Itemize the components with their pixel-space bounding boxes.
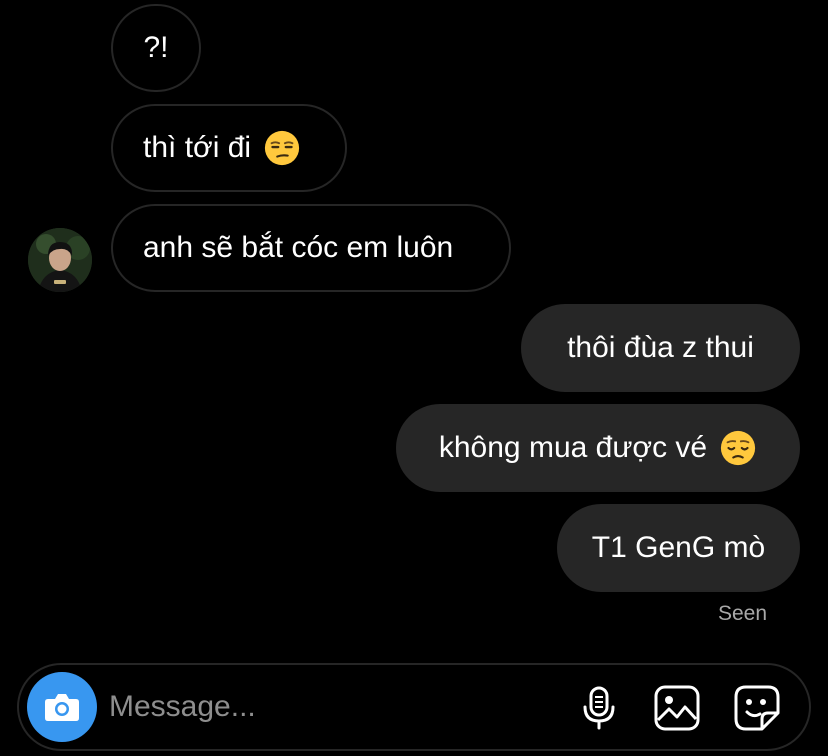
incoming-message[interactable]: anh sẽ bắt cóc em luôn [111, 204, 511, 292]
outgoing-message[interactable]: thôi đùa z thui [521, 304, 800, 392]
message-text: ?! [143, 31, 169, 64]
seen-status: Seen [717, 602, 767, 625]
sticker-icon [734, 685, 780, 731]
pensive-face-emoji-icon [721, 430, 756, 466]
message-text: thôi đùa z thui [567, 331, 754, 364]
gallery-button[interactable] [652, 683, 702, 733]
message-text: anh sẽ bắt cóc em luôn [143, 231, 454, 264]
incoming-message[interactable]: thì tới đi [111, 104, 347, 192]
message-text: không mua được vé [438, 431, 708, 464]
message-composer [17, 663, 811, 751]
message-input[interactable] [109, 685, 539, 729]
message-text: T1 GenG mò [591, 531, 766, 564]
avatar-image [28, 228, 92, 292]
camera-button[interactable] [27, 672, 97, 742]
camera-icon [45, 694, 79, 721]
incoming-message[interactable]: ?! [111, 4, 201, 92]
contact-avatar[interactable] [28, 228, 92, 292]
microphone-icon [583, 686, 615, 730]
unamused-face-emoji-icon [264, 130, 300, 166]
outgoing-message[interactable]: không mua được vé [396, 404, 800, 492]
voice-message-button[interactable] [574, 683, 624, 733]
outgoing-message[interactable]: T1 GenG mò [557, 504, 800, 592]
message-text: thì tới đi [143, 131, 252, 164]
sticker-button[interactable] [732, 683, 782, 733]
gallery-icon [654, 685, 700, 731]
